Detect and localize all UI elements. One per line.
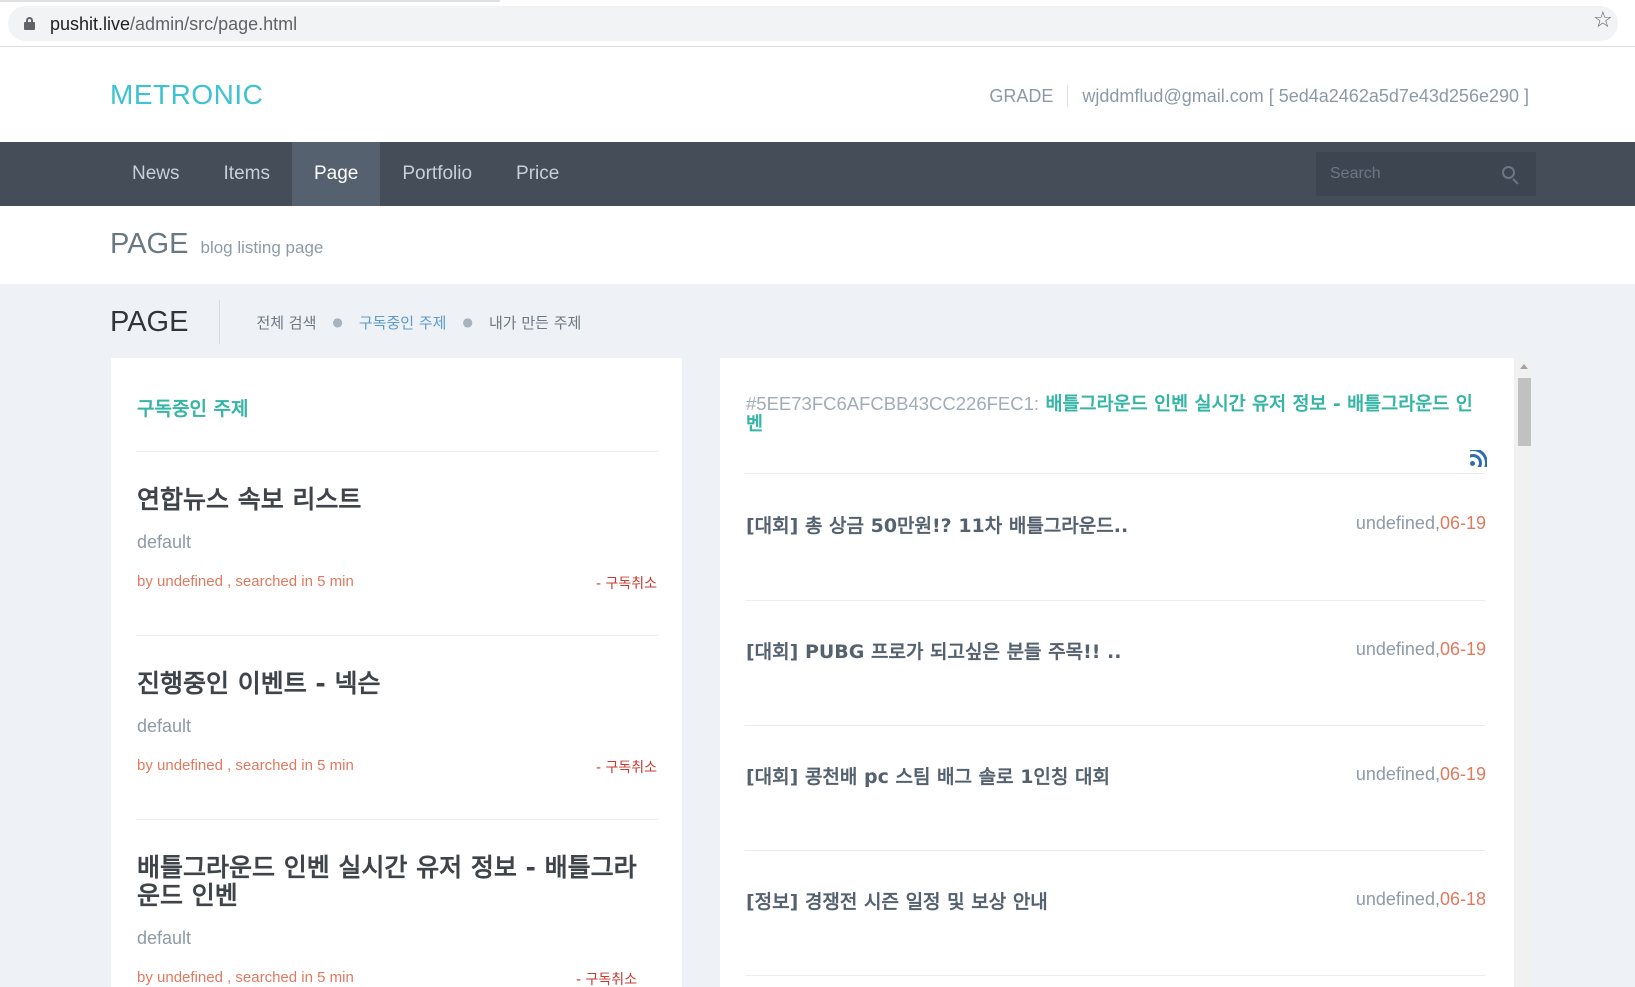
feed-detail-panel: #5EE73FC6AFCBB43CC226FEC1: 배틀그라운드 인벤 실시간… [720,358,1514,987]
feed-desc: default [137,532,192,552]
article-title[interactable]: [대회] PUBG 프로가 되고싶은 분들 주목!! .. [746,637,1122,664]
breadcrumb-separator: ● [462,315,473,329]
article-date: 06-19 [1439,764,1486,784]
page-subtitle: blog listing page [200,238,324,257]
feed-title[interactable]: 연합뉴스 속보 리스트 [137,486,657,514]
feed-hash: #5EE73FC6AFCBB43CC226FEC1: [746,393,1040,414]
star-icon[interactable]: ☆ [1593,10,1613,32]
feed-meta: by undefined , searched in 5 min [137,573,354,590]
site-header: METRONIC GRADE wjddmflud@gmail.com [ 5ed… [0,47,1635,142]
feed-desc: default [137,716,192,736]
article-meta: undefined,06-19 [1355,513,1486,533]
feed-desc: default [137,928,192,948]
divider [136,635,658,636]
feed-meta: by undefined , searched in 5 min [137,969,354,986]
nav-item-portfolio[interactable]: Portfolio [380,142,494,206]
divider [136,451,658,452]
divider [745,473,1485,474]
nav-item-page[interactable]: Page [291,142,381,206]
article-title[interactable]: [정보] 경쟁전 시즌 일정 및 보상 안내 [746,887,1048,914]
search-box [1316,152,1536,196]
divider [136,819,658,820]
article-date: 06-19 [1439,513,1486,533]
subscriptions-panel: 구독중인 주제 연합뉴스 속보 리스트 default by undefined… [111,358,682,987]
grade-label[interactable]: GRADE [989,86,1053,107]
article-date: 06-19 [1439,639,1486,659]
page-head: PAGE blog listing page [0,206,1635,284]
breadcrumb-separator: ● [332,315,343,329]
article-meta: undefined,06-19 [1355,764,1486,784]
search-icon[interactable] [1502,166,1519,185]
article-row[interactable]: [대회] 콩천배 pc 스팀 배그 솔로 1인칭 대회 undefined,06… [746,762,1486,789]
article-meta: undefined,06-19 [1355,639,1486,659]
breadcrumb-title: PAGE [110,300,221,344]
article-title[interactable]: [대회] 콩천배 pc 스팀 배그 솔로 1인칭 대회 [746,762,1110,789]
nav-item-news[interactable]: News [110,142,202,206]
main-nav: News Items Page Portfolio Price [0,142,1635,206]
rss-icon[interactable] [1470,450,1487,467]
search-input[interactable] [1316,152,1491,196]
article-date: 06-18 [1439,889,1486,909]
breadcrumb-my-topics[interactable]: 내가 만든 주제 [489,312,581,333]
panel-title: 구독중인 주제 [137,398,249,420]
feed-title[interactable]: 진행중인 이벤트 - 넥슨 [137,670,657,698]
divider [745,600,1485,601]
nav-item-price[interactable]: Price [494,142,581,206]
unsubscribe-link[interactable]: - 구독취소 [596,757,657,777]
divider [745,725,1485,726]
url-bar[interactable]: pushit.live/admin/src/page.html ☆ [8,6,1618,41]
tab-strip-line [0,0,500,2]
user-account[interactable]: wjddmflud@gmail.com [ 5ed4a2462a5d7e43d2… [1082,86,1529,107]
feed-title[interactable]: 배틀그라운드 인벤 실시간 유저 정보 - 배틀그라운드 인벤 [137,854,637,910]
user-info: GRADE wjddmflud@gmail.com [ 5ed4a2462a5d… [989,85,1529,107]
feed-item: 연합뉴스 속보 리스트 default by undefined , searc… [137,486,657,593]
logo[interactable]: METRONIC [110,79,263,111]
article-meta: undefined,06-18 [1355,889,1486,909]
detail-title: #5EE73FC6AFCBB43CC226FEC1: 배틀그라운드 인벤 실시간… [746,394,1486,435]
browser-address-bar: pushit.live/admin/src/page.html ☆ [0,0,1635,47]
feed-item: 진행중인 이벤트 - 넥슨 default by undefined , sea… [137,670,657,777]
divider [1067,85,1069,107]
page-title: PAGE blog listing page [110,228,324,260]
article-row[interactable]: [정보] 경쟁전 시즌 일정 및 보상 안내 undefined,06-18 [746,887,1486,914]
breadcrumb: PAGE 전체 검색 ● 구독중인 주제 ● 내가 만든 주제 [110,300,581,344]
scrollbar-thumb[interactable] [1518,378,1531,446]
article-row[interactable]: [대회] PUBG 프로가 되고싶은 분들 주목!! .. undefined,… [746,637,1486,664]
breadcrumb-all-search[interactable]: 전체 검색 [256,312,316,333]
divider [745,975,1485,976]
scroll-up-arrow-icon[interactable] [1520,364,1528,369]
unsubscribe-link[interactable]: - 구독취소 [596,573,657,593]
feed-meta: by undefined , searched in 5 min [137,757,354,774]
unsubscribe-link[interactable]: - 구독취소 [576,969,637,987]
divider [745,850,1485,851]
article-row[interactable]: [대회] 총 상금 50만원!? 11차 배틀그라운드.. undefined,… [746,511,1486,538]
lock-icon[interactable] [24,17,35,30]
feed-item: 배틀그라운드 인벤 실시간 유저 정보 - 배틀그라운드 인벤 default … [137,854,637,987]
article-title[interactable]: [대회] 총 상금 50만원!? 11차 배틀그라운드.. [746,511,1128,538]
breadcrumb-subscribed[interactable]: 구독중인 주제 [359,312,447,333]
scrollbar[interactable] [1516,358,1533,987]
url-text[interactable]: pushit.live/admin/src/page.html [50,14,297,35]
nav-item-items[interactable]: Items [202,142,292,206]
